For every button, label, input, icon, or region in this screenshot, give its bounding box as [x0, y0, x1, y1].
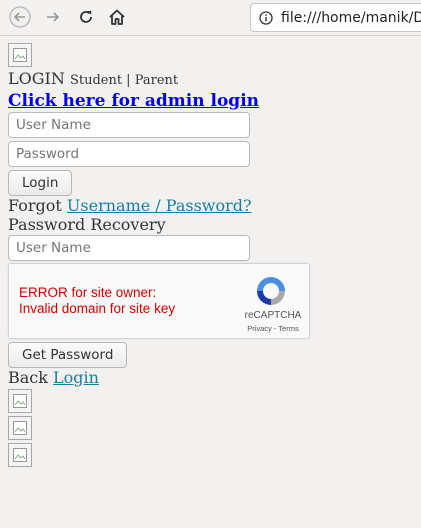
url-text: file:///home/manik/D [281, 9, 421, 26]
broken-image-icon [8, 389, 32, 413]
home-icon [109, 9, 125, 25]
forward-arrow-icon [47, 12, 60, 22]
captcha-error: ERROR for site owner: Invalid domain for… [19, 285, 175, 317]
forgot-prefix: Forgot [8, 196, 62, 215]
captcha-terms[interactable]: Privacy - Terms [241, 324, 305, 333]
recovery-username-input[interactable] [8, 235, 250, 261]
back-line: Back Login [8, 368, 421, 387]
reload-button[interactable] [72, 4, 100, 30]
back-button[interactable] [6, 4, 34, 30]
captcha-error-line1: ERROR for site owner: [19, 285, 157, 300]
get-password-button[interactable]: Get Password [8, 342, 128, 368]
back-prefix: Back [8, 368, 48, 387]
captcha-error-line2: Invalid domain for site key [19, 301, 176, 316]
forward-button[interactable] [39, 4, 67, 30]
recaptcha-logo-icon [257, 277, 285, 305]
username-input[interactable] [8, 112, 250, 138]
login-button[interactable]: Login [8, 170, 73, 196]
login-heading: LOGIN Student | Parent [8, 70, 421, 90]
address-bar[interactable]: file:///home/manik/D [250, 3, 421, 32]
recaptcha-widget[interactable]: ERROR for site owner: Invalid domain for… [8, 263, 310, 339]
back-login-link[interactable]: Login [53, 368, 99, 387]
browser-toolbar: file:///home/manik/D [0, 0, 421, 36]
reload-icon [80, 11, 92, 23]
broken-image-icon [8, 43, 32, 67]
recovery-title: Password Recovery [8, 215, 166, 234]
captcha-brand: reCAPTCHA [244, 310, 302, 321]
back-arrow-icon [9, 6, 31, 28]
login-roles: Student | Parent [69, 73, 179, 88]
page-content: LOGIN Student | Parent Click here for ad… [8, 43, 421, 467]
broken-image-icon [8, 416, 32, 440]
home-button[interactable] [103, 4, 131, 30]
forgot-line: Forgot Username / Password? [8, 196, 421, 215]
forgot-credentials-link[interactable]: Username / Password? [67, 196, 252, 215]
admin-login-link[interactable]: Click here for admin login [8, 91, 421, 111]
password-input[interactable] [8, 141, 250, 167]
broken-image-icon [8, 443, 32, 467]
login-title: LOGIN [8, 69, 65, 88]
info-icon[interactable] [259, 10, 273, 25]
